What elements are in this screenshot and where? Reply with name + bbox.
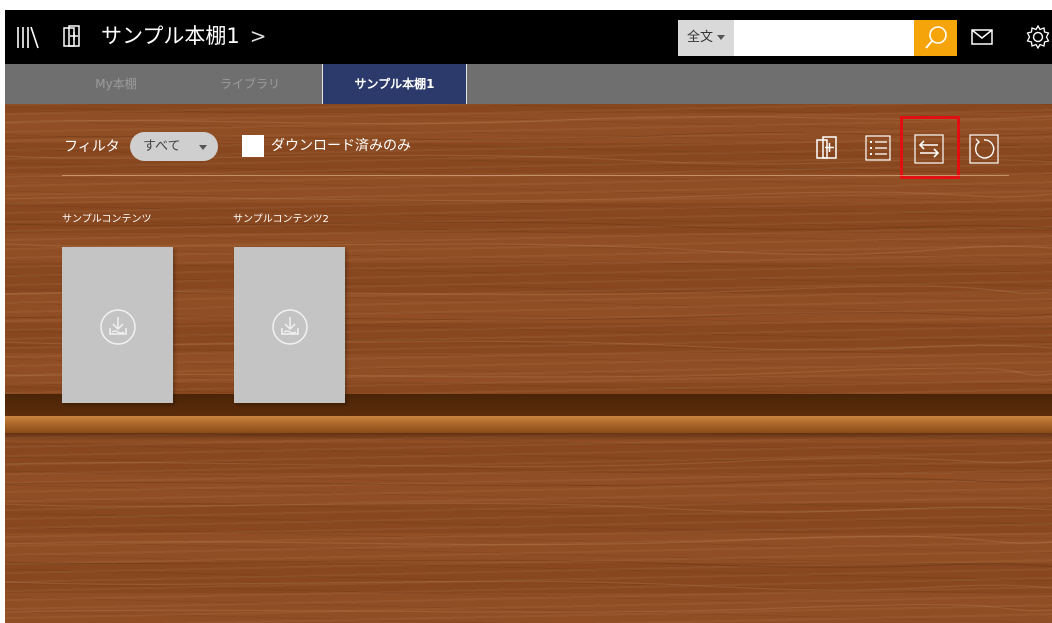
shelf-plank-edge bbox=[5, 416, 1052, 433]
list-view-icon[interactable] bbox=[864, 134, 892, 162]
shelf-title-text: サンプル本棚1 bbox=[101, 24, 240, 48]
chevron-right-icon: > bbox=[249, 24, 267, 48]
search-scope-dropdown[interactable]: 全文 bbox=[678, 20, 734, 56]
tab-my-shelf[interactable]: My本棚 bbox=[61, 64, 171, 104]
tab-library[interactable]: ライブラリ bbox=[195, 64, 305, 104]
downloaded-only-checkbox[interactable] bbox=[242, 135, 264, 157]
tab-sample-shelf-1[interactable]: サンプル本棚1 bbox=[322, 64, 467, 104]
add-to-shelf-icon[interactable] bbox=[813, 134, 841, 162]
gear-icon[interactable] bbox=[1024, 23, 1052, 51]
shelf-title[interactable]: サンプル本棚1 > bbox=[101, 22, 267, 50]
bookshelf-menu-icon[interactable] bbox=[13, 23, 41, 51]
toolbar-divider bbox=[62, 175, 1009, 176]
book-cover[interactable] bbox=[234, 247, 345, 403]
filter-dropdown[interactable]: すべて bbox=[130, 132, 218, 161]
mail-icon[interactable] bbox=[968, 23, 996, 51]
download-icon[interactable] bbox=[99, 308, 137, 346]
search-button[interactable] bbox=[914, 20, 957, 56]
shelf-settings-icon[interactable] bbox=[58, 23, 86, 51]
highlight-box bbox=[900, 116, 960, 179]
search-input[interactable] bbox=[734, 20, 914, 56]
search-scope-label: 全文 bbox=[687, 30, 714, 45]
shelf-plank-shadow bbox=[5, 433, 1052, 441]
refresh-icon[interactable] bbox=[968, 133, 1000, 165]
app-window: サンプル本棚1 > 全文 My本棚 ライブラリ サンプル本棚1 フィルタ すべて… bbox=[0, 0, 1052, 623]
caret-down-icon bbox=[199, 145, 207, 150]
filter-label: フィルタ bbox=[64, 139, 120, 155]
bookshelf-area: フィルタ すべて ダウンロード済みのみ サンプルコンテンツ サンプルコンテンツ2 bbox=[5, 104, 1052, 623]
download-icon[interactable] bbox=[271, 308, 309, 346]
caret-down-icon bbox=[717, 35, 726, 40]
search-icon bbox=[925, 26, 947, 49]
book-title: サンプルコンテンツ2 bbox=[233, 214, 329, 225]
book-title: サンプルコンテンツ bbox=[62, 214, 152, 225]
downloaded-only-label[interactable]: ダウンロード済みのみ bbox=[271, 136, 411, 156]
filter-selected-value: すべて bbox=[143, 139, 181, 154]
tab-bar: My本棚 ライブラリ サンプル本棚1 bbox=[5, 64, 1052, 104]
book-cover[interactable] bbox=[62, 247, 173, 403]
top-bar: サンプル本棚1 > 全文 bbox=[5, 10, 1052, 64]
